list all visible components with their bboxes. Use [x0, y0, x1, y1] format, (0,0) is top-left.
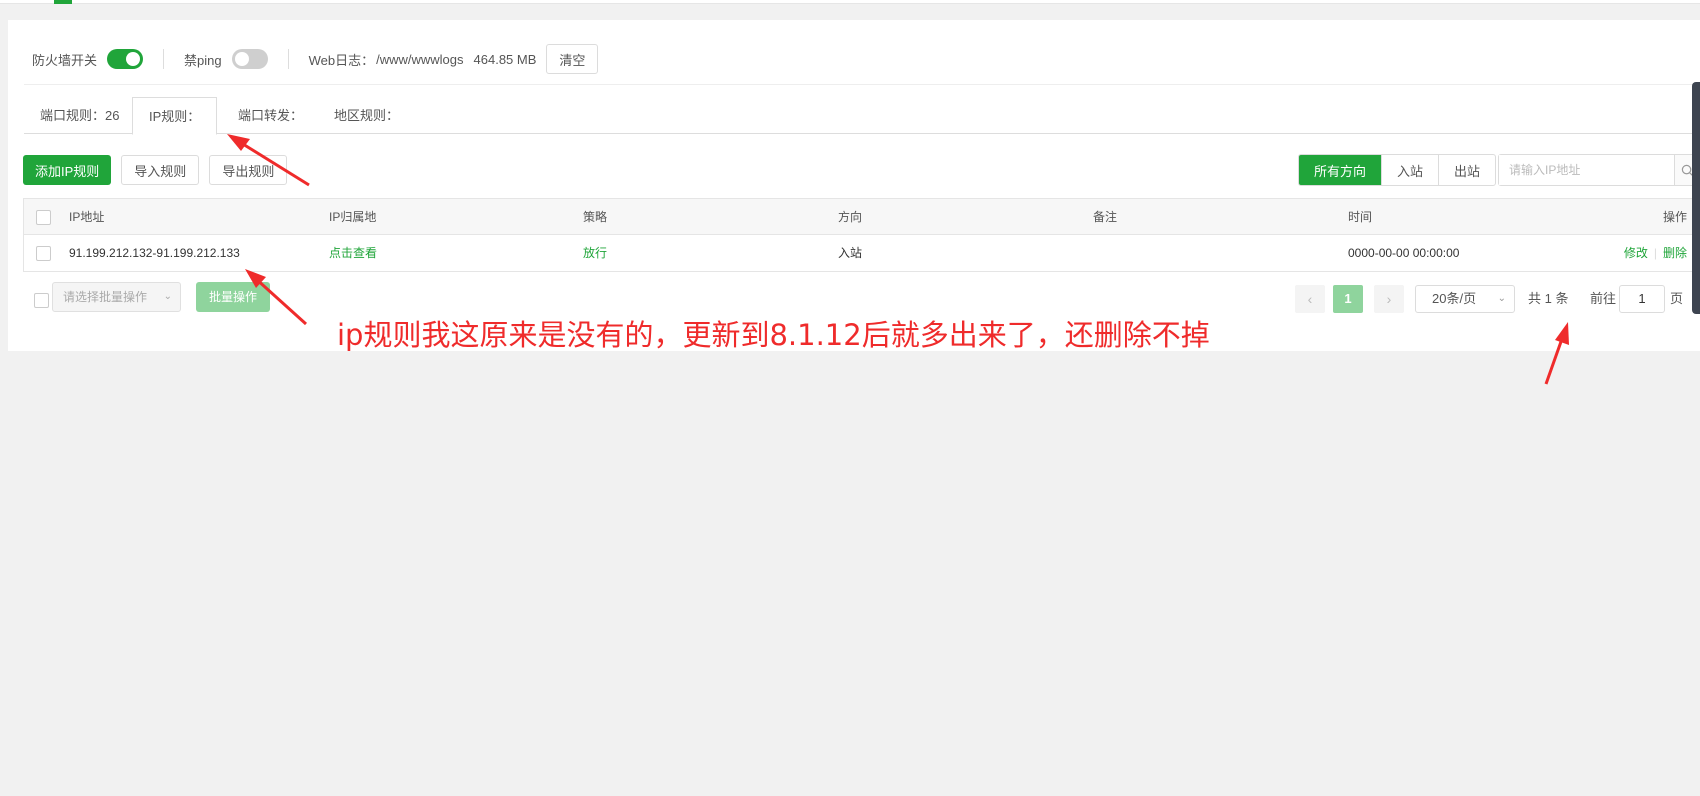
arrow-to-total-count [1544, 322, 1569, 385]
annotation-arrows [227, 134, 1569, 385]
arrow-to-ip-row [245, 269, 308, 326]
arrow-to-ip-tab [227, 134, 310, 187]
